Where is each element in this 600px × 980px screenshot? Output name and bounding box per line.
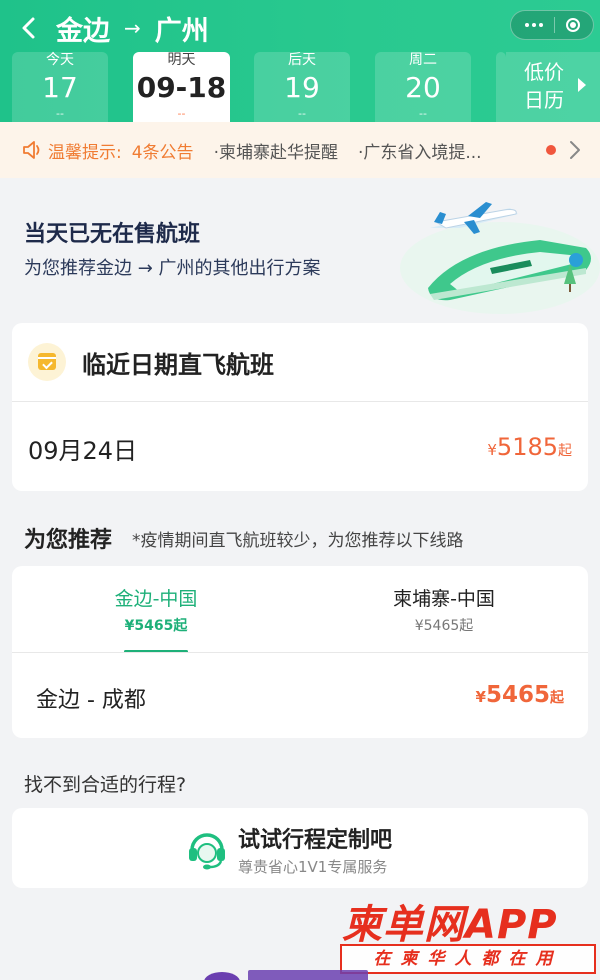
tab-price: ¥5465起	[124, 618, 188, 634]
date-tab-3[interactable]: 周二 20 --	[375, 52, 471, 122]
date-price: --	[56, 107, 64, 120]
more-icon[interactable]	[524, 23, 543, 27]
nearby-flights-title: 临近日期直飞航班	[82, 351, 274, 379]
nearby-flight-price: ¥5185起	[487, 433, 572, 461]
route-arrow: →	[124, 16, 141, 40]
partial-brand-logo	[204, 970, 368, 980]
speaker-icon	[23, 141, 40, 159]
hero-subtitle: 为您推荐金边 → 广州的其他出行方案	[24, 258, 321, 279]
tab-price: ¥5465起	[414, 618, 474, 634]
watermark-logo: 柬单网APP 在柬华人都在用	[340, 892, 596, 976]
low-price-calendar-button[interactable]: 低价 日历	[506, 52, 600, 122]
notice-bar[interactable]: 温馨提示: 4条公告 ·柬埔寨赴华提醒 ·广东省入境提...	[0, 122, 600, 178]
notice-tip: 温馨提示:	[48, 142, 122, 163]
recommend-card: 金边-中国 ¥5465起 柬埔寨-中国 ¥5465起 金边 - 成都 ¥5465…	[12, 566, 588, 738]
recommend-title: 为您推荐	[24, 528, 113, 553]
low-price-line2: 日历	[524, 88, 564, 112]
calendar-check-icon	[28, 343, 66, 381]
route-title: 金边 → 广州	[56, 8, 209, 48]
custom-trip-card[interactable]: 试试行程定制吧 尊贵省心1V1专属服务	[12, 808, 588, 888]
custom-trip-title: 试试行程定制吧	[238, 828, 393, 853]
notice-item[interactable]: ·广东省入境提...	[358, 138, 482, 163]
divider	[12, 401, 588, 402]
date-number: 19	[284, 71, 320, 104]
low-price-line1: 低价	[524, 60, 564, 84]
watermark-big-text: 柬单网APP	[342, 902, 558, 948]
recommend-route: 金边 - 成都	[36, 688, 146, 713]
date-label: 后天	[288, 52, 316, 68]
date-label: 明天	[167, 52, 196, 68]
route-from: 金边	[56, 15, 110, 47]
date-label: 今天	[46, 52, 74, 68]
date-tab-0[interactable]: 今天 17 --	[12, 52, 108, 122]
nearby-flights-card: 临近日期直飞航班 09月24日 ¥5185起	[12, 323, 588, 491]
date-price: --	[419, 107, 427, 120]
recommend-note: *疫情期间直飞航班较少，为您推荐以下线路	[132, 531, 464, 551]
arrow-right-icon	[578, 78, 586, 92]
route-to: 广州	[154, 15, 209, 47]
tab-jinbian-china[interactable]: 金边-中国 ¥5465起	[12, 584, 300, 653]
recommend-price: ¥5465起	[475, 682, 564, 708]
custom-trip-subtitle: 尊贵省心1V1专属服务	[238, 858, 388, 876]
headset-icon	[189, 833, 225, 870]
tab-cambodia-china[interactable]: 柬埔寨-中国 ¥5465起	[300, 584, 588, 635]
back-arrow-icon[interactable]	[18, 12, 42, 44]
date-price: --	[298, 107, 306, 120]
unread-dot	[546, 145, 556, 155]
tab-title: 金边-中国	[114, 588, 198, 610]
divider	[12, 652, 588, 653]
date-number: 20	[405, 71, 441, 104]
header-bar: 金边 → 广州 今天 17 -- 明天 09-18 -- 后天 19 -- 周二…	[0, 0, 600, 122]
notice-item[interactable]: ·柬埔寨赴华提醒	[214, 138, 338, 163]
train-plane-illustration	[400, 202, 600, 314]
date-tab-1[interactable]: 明天 09-18 --	[133, 52, 230, 122]
close-target-icon[interactable]	[565, 18, 580, 32]
no-fit-question: 找不到合适的行程?	[24, 774, 187, 796]
hero-title: 当天已无在售航班	[24, 222, 201, 247]
notice-count[interactable]: 4条公告	[132, 138, 194, 163]
miniprogram-capsule	[510, 10, 594, 40]
date-number: 17	[42, 71, 78, 104]
date-number: 09-18	[136, 71, 227, 104]
date-label: 周二	[409, 52, 437, 68]
nearby-flight-date: 09月24日	[28, 437, 138, 465]
date-tab-2[interactable]: 后天 19 --	[254, 52, 350, 122]
tab-title: 柬埔寨-中国	[393, 588, 495, 610]
date-price: --	[177, 107, 186, 120]
date-tab-partial	[496, 52, 506, 122]
chevron-right-icon[interactable]	[568, 138, 582, 162]
